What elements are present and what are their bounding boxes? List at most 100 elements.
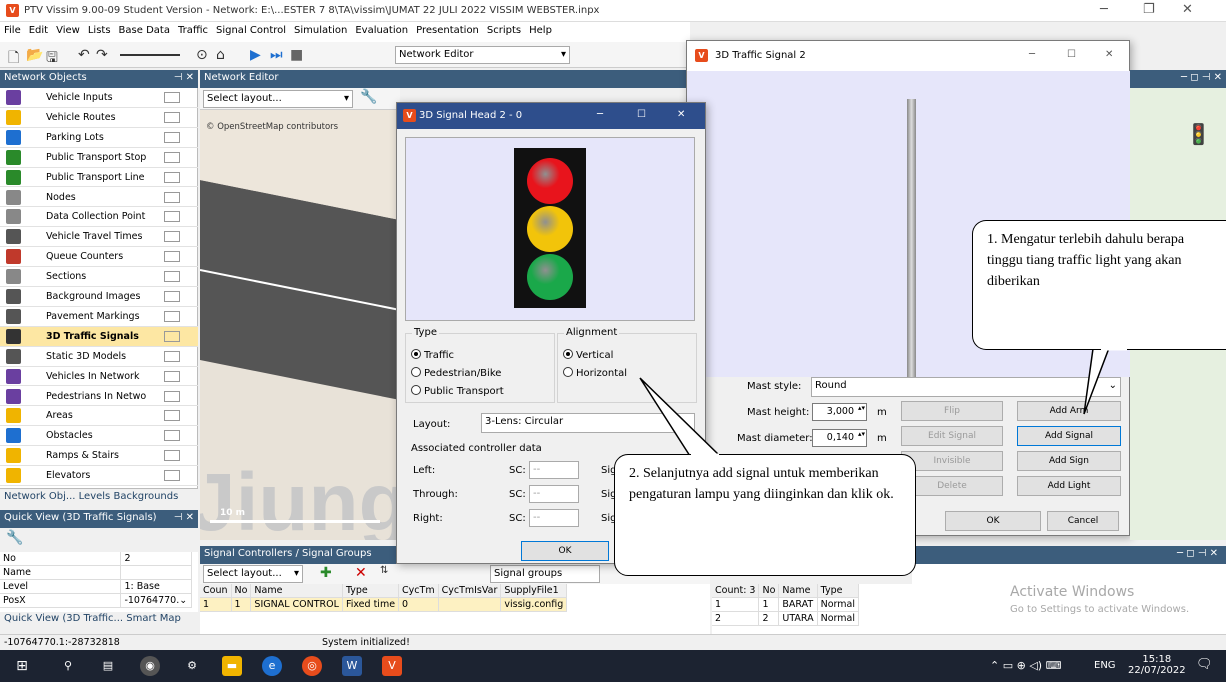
visibility-toggle[interactable] (164, 271, 180, 283)
editor-combo[interactable]: Network Editor ▾ (395, 46, 570, 64)
sc-cell[interactable]: 0 (398, 597, 439, 612)
menu-traffic[interactable]: Traffic (174, 22, 212, 39)
add-arm-button[interactable]: Add Arm (1017, 401, 1121, 421)
visibility-toggle[interactable] (164, 131, 180, 143)
table-row[interactable]: 1 1 BARAT Normal (712, 597, 860, 612)
add-icon[interactable]: ✚ (320, 565, 332, 581)
network-object-item[interactable]: Ramps & Stairs (0, 446, 198, 467)
file-explorer-icon[interactable]: ▬ (222, 656, 242, 676)
quick-view-value[interactable] (120, 565, 192, 580)
type-traffic-radio[interactable]: Traffic (411, 349, 454, 361)
network-object-item[interactable]: Background Images (0, 287, 198, 307)
mast-style-select[interactable]: Round ⌄ (811, 377, 1121, 397)
sg-cell[interactable]: 2 (758, 611, 780, 626)
sg-column-header[interactable]: Name (778, 584, 818, 598)
sc-column-header[interactable]: CycTm (398, 584, 439, 598)
play-icon[interactable]: ▶ (250, 47, 261, 63)
network-object-item[interactable]: Areas (0, 406, 198, 427)
flip-button[interactable]: Flip (901, 401, 1003, 421)
app-circle-icon[interactable]: ◉ (140, 656, 160, 676)
visibility-toggle[interactable] (164, 310, 180, 322)
tools-icon[interactable]: 🔧 (360, 89, 377, 105)
dialog-minimize-icon[interactable]: ─ (1029, 49, 1035, 60)
layout-select[interactable]: 3-Lens: Circular (481, 413, 695, 433)
visibility-toggle[interactable] (164, 450, 180, 462)
mast-diameter-input[interactable]: 0,140 (812, 429, 867, 447)
save-icon[interactable]: 🖫 (46, 47, 58, 71)
sc-cell[interactable]: vissig.config (500, 597, 568, 612)
visibility-toggle[interactable] (164, 430, 180, 442)
settings-gear-icon[interactable]: ⚙ (182, 656, 202, 676)
visibility-toggle[interactable] (164, 330, 180, 342)
tab-levels[interactable]: Levels (79, 491, 111, 502)
network-object-item[interactable]: Nodes (0, 188, 198, 208)
sg-cell[interactable]: BARAT (778, 597, 818, 612)
sc-column-header[interactable]: Coun (200, 584, 232, 598)
delete-icon[interactable]: ✕ (355, 565, 367, 581)
open-icon[interactable]: 📂 (26, 47, 43, 63)
visibility-toggle[interactable] (164, 350, 180, 362)
delete-button[interactable]: Delete (901, 476, 1003, 496)
network-map[interactable]: Jiung © OpenStreetMap contributors 10 m (200, 110, 400, 540)
sc-column-header[interactable]: Name (250, 584, 343, 598)
edge-icon[interactable]: e (262, 656, 282, 676)
invisible-button[interactable]: Invisible (901, 451, 1003, 471)
sc-select[interactable]: -- (529, 461, 579, 479)
visibility-toggle[interactable] (164, 92, 180, 103)
visibility-toggle[interactable] (164, 410, 180, 422)
visibility-toggle[interactable] (164, 251, 180, 263)
step-icon[interactable]: ⏭ (270, 47, 283, 63)
network-object-item[interactable]: Data Collection Point (0, 207, 198, 228)
sc-column-header[interactable]: CycTmIsVar (438, 584, 502, 598)
network-object-item[interactable]: Sections (0, 267, 198, 287)
alignment-vertical-radio[interactable]: Vertical (563, 349, 613, 361)
layout-combo[interactable]: Select layout... ▾ (203, 90, 353, 108)
zoom-icon[interactable]: ⊙ (196, 47, 208, 63)
visibility-toggle[interactable] (164, 390, 180, 402)
cancel-button[interactable]: Cancel (1047, 511, 1119, 531)
network-object-item[interactable]: Vehicle Travel Times (0, 227, 198, 248)
quick-view-value[interactable]: 2 (120, 552, 192, 566)
menu-file[interactable]: File (0, 22, 25, 39)
network-object-item[interactable]: Vehicle Inputs (0, 88, 198, 108)
undo-icon[interactable]: ↶ (78, 47, 90, 63)
network-object-item[interactable]: Vehicles In Network (0, 367, 198, 387)
mast-height-input[interactable]: 3,000 (812, 403, 867, 421)
browser-icon[interactable]: ◎ (302, 656, 322, 676)
tray-icons[interactable]: ⌃ ▭ ⊕ ◁) ⌨ (990, 659, 1061, 672)
menu-scripts[interactable]: Scripts (483, 22, 525, 39)
sg-column-header[interactable]: Count: 3 (712, 584, 760, 598)
close-icon[interactable]: ✕ (1182, 2, 1193, 17)
home-icon[interactable]: ⌂ (216, 47, 225, 63)
network-object-item[interactable]: Public Transport Stop (0, 148, 198, 168)
visibility-toggle[interactable] (164, 291, 180, 302)
network-object-item[interactable]: Pavement Markings (0, 307, 198, 327)
network-object-item[interactable]: Public Transport Line (0, 168, 198, 188)
sg-cell[interactable]: Normal (817, 611, 860, 626)
restore-icon[interactable]: ❐ (1143, 2, 1155, 17)
network-object-item[interactable]: Obstacles (0, 426, 198, 447)
sh-minimize-icon[interactable]: ─ (597, 109, 603, 120)
dialog-maximize-icon[interactable]: ☐ (1067, 49, 1076, 60)
sc-select[interactable]: -- (529, 509, 579, 527)
visibility-toggle[interactable] (164, 211, 180, 223)
network-object-item[interactable]: Parking Lots (0, 128, 198, 148)
table-row[interactable]: 1 1 SIGNAL CONTROL Fixed time 0 vissig.config (200, 597, 568, 612)
network-object-item[interactable]: Pedestrians In Netwo (0, 387, 198, 407)
menu-evaluation[interactable]: Evaluation (351, 22, 412, 39)
sc-cell[interactable]: 1 (231, 597, 252, 612)
visibility-toggle[interactable] (164, 171, 180, 183)
type-pedestrian-radio[interactable]: Pedestrian/Bike (411, 367, 501, 379)
task-view-icon[interactable]: ▤ (98, 656, 118, 676)
clock[interactable]: 15:18 22/07/2022 (1128, 654, 1186, 676)
visibility-toggle[interactable] (164, 191, 180, 203)
tab-backgrounds[interactable]: Backgrounds (113, 491, 178, 502)
sg-cell[interactable]: 1 (712, 597, 760, 612)
signal-head-ok-button[interactable]: OK (521, 541, 609, 561)
sc-column-header[interactable]: SupplyFile1 (500, 584, 568, 598)
new-icon[interactable]: 🗋 (8, 47, 19, 71)
sc-select[interactable]: -- (529, 485, 579, 503)
network-object-item[interactable]: Elevators (0, 466, 198, 486)
edit-signal-button[interactable]: Edit Signal (901, 426, 1003, 446)
tab-network-objects[interactable]: Network Obj... (4, 491, 75, 502)
